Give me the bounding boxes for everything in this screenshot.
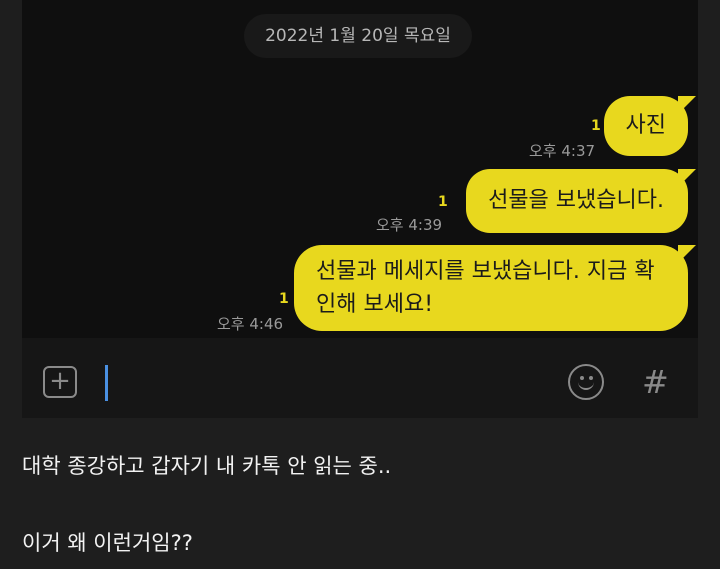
message-time: 오후 4:39 [376,216,443,234]
plus-square-icon[interactable]: + [43,366,77,398]
smiley-icon[interactable] [568,364,604,400]
page: 2022년 1월 20일 목요일 사진 1 오후 4:37 선물을 보냈습니다.… [0,0,720,569]
message-bubble-gift[interactable]: 선물을 보냈습니다. [466,169,696,233]
message-time: 오후 4:46 [217,315,284,333]
message-bubble-gift-message[interactable]: 선물과 메세지를 보냈습니다. 지금 확인해 보세요! [294,245,696,331]
post-text-line: 이거 왜 이런거임?? [22,531,193,555]
message-time: 오후 4:37 [529,142,596,160]
unread-count: 1 [591,118,601,134]
smiley-mouth [578,379,594,390]
text-input-cursor[interactable] [105,365,108,401]
unread-count: 1 [438,194,448,210]
chat-area: 2022년 1월 20일 목요일 사진 1 오후 4:37 선물을 보냈습니다.… [22,0,698,338]
chat-screenshot: 2022년 1월 20일 목요일 사진 1 오후 4:37 선물을 보냈습니다.… [22,0,698,418]
hashtag-icon[interactable]: # [642,362,669,402]
date-divider: 2022년 1월 20일 목요일 [244,14,472,58]
message-input-bar: + # [22,338,698,418]
post-text-line: 대학 종강하고 갑자기 내 카톡 안 읽는 중.. [22,454,392,478]
message-bubble-photo[interactable]: 사진 [603,96,697,156]
unread-count: 1 [279,291,289,307]
